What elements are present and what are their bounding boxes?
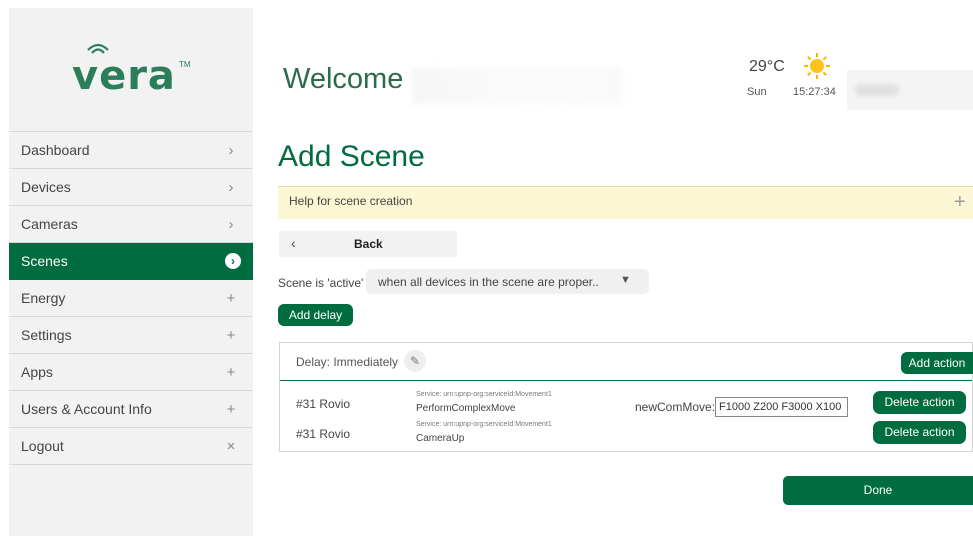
- newcommove-input[interactable]: [715, 397, 848, 417]
- action-name: CameraUp: [416, 433, 465, 444]
- sidebar-item-label: Scenes: [21, 253, 68, 269]
- divider: [280, 380, 972, 381]
- sidebar-nav: Dashboard › Devices › Cameras › Scenes ›…: [9, 131, 253, 465]
- done-button[interactable]: Done: [783, 476, 973, 505]
- delete-action-button[interactable]: Delete action: [873, 391, 966, 414]
- param-label: newComMove:: [635, 400, 716, 414]
- action-name: PerformComplexMove: [416, 403, 516, 414]
- expand-plus-icon[interactable]: +: [954, 191, 966, 214]
- sidebar-item-devices[interactable]: Devices ›: [9, 169, 253, 206]
- back-label: Back: [354, 237, 383, 251]
- chevron-right-icon: ›: [228, 178, 234, 196]
- plus-icon: +: [226, 289, 236, 307]
- logo-text: vera: [72, 53, 176, 99]
- action-service: Service: urn:upnp-org:serviceId:Movement…: [416, 391, 552, 398]
- dropdown-arrow-icon: ▼: [620, 274, 631, 286]
- sidebar-item-label: Settings: [21, 327, 72, 343]
- sidebar-item-label: Energy: [21, 290, 66, 306]
- page-title: Add Scene: [278, 140, 425, 173]
- help-bar[interactable]: Help for scene creation +: [278, 186, 973, 219]
- chevron-right-icon: ›: [228, 141, 234, 159]
- sidebar-item-settings[interactable]: Settings +: [9, 317, 253, 354]
- redacted-username: [412, 68, 622, 104]
- plus-icon: +: [226, 326, 236, 344]
- sidebar-item-label: Devices: [21, 179, 71, 195]
- delay-label: Delay: Immediately: [296, 355, 399, 369]
- action-device: #31 Rovio: [296, 427, 351, 441]
- vera-logo: vera TM: [9, 8, 253, 123]
- scene-active-label: Scene is 'active': [278, 276, 364, 290]
- sidebar-item-scenes[interactable]: Scenes ›: [9, 243, 253, 280]
- delete-action-button[interactable]: Delete action: [873, 421, 966, 444]
- sidebar: vera TM Dashboard › Devices › Cameras › …: [9, 8, 253, 536]
- chevron-right-icon: ›: [228, 215, 234, 233]
- plus-icon: +: [226, 400, 236, 418]
- temperature: 29°C: [749, 58, 785, 75]
- scene-active-dropdown[interactable]: when all devices in the scene are proper…: [366, 269, 649, 294]
- dropdown-value: when all devices in the scene are proper…: [378, 275, 599, 289]
- sun-icon: [804, 53, 830, 79]
- redacted-account-box: [847, 70, 973, 110]
- sidebar-item-label: Dashboard: [21, 142, 90, 158]
- clock: 15:27:34: [793, 86, 836, 98]
- sidebar-item-label: Logout: [21, 438, 64, 454]
- weekday: Sun: [747, 86, 767, 98]
- sidebar-item-logout[interactable]: Logout ×: [9, 428, 253, 465]
- trademark: TM: [179, 60, 191, 69]
- add-delay-button[interactable]: Add delay: [278, 304, 353, 326]
- back-button[interactable]: ‹ Back: [279, 231, 457, 257]
- sidebar-item-label: Users & Account Info: [21, 401, 152, 417]
- help-text: Help for scene creation: [289, 194, 413, 208]
- weather-widget: 29°C Sun 15:27:34: [745, 52, 845, 112]
- sidebar-item-label: Cameras: [21, 216, 78, 232]
- sidebar-item-label: Apps: [21, 364, 53, 380]
- chevron-left-icon: ‹: [291, 235, 296, 251]
- action-device: #31 Rovio: [296, 397, 351, 411]
- chevron-right-circle-icon: ›: [225, 253, 241, 269]
- pencil-icon[interactable]: ✎: [404, 350, 426, 372]
- sidebar-item-energy[interactable]: Energy +: [9, 280, 253, 317]
- sidebar-item-dashboard[interactable]: Dashboard ›: [9, 132, 253, 169]
- scene-actions-panel: Delay: Immediately ✎ Add action #31 Rovi…: [279, 342, 973, 452]
- action-service: Service: urn:upnp-org:serviceId:Movement…: [416, 421, 552, 428]
- sidebar-item-cameras[interactable]: Cameras ›: [9, 206, 253, 243]
- plus-icon: +: [226, 363, 236, 381]
- welcome-heading: Welcome: [283, 63, 404, 95]
- add-action-button[interactable]: Add action: [901, 352, 973, 374]
- close-icon: ×: [226, 437, 236, 455]
- sidebar-item-apps[interactable]: Apps +: [9, 354, 253, 391]
- sidebar-item-users-account[interactable]: Users & Account Info +: [9, 391, 253, 428]
